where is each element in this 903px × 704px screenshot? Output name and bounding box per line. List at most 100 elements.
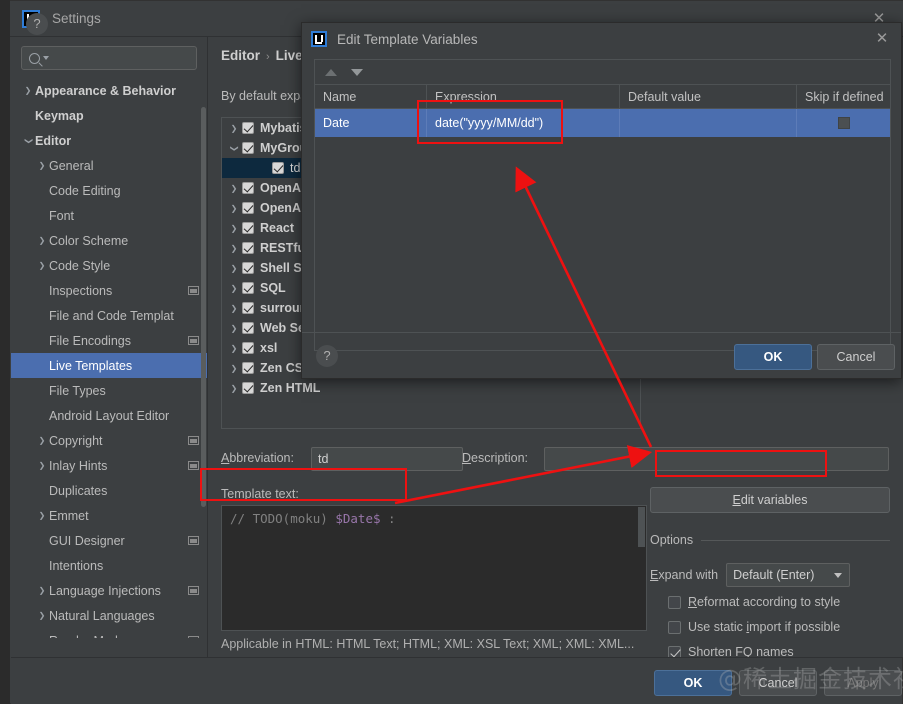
help-button[interactable]: ?: [26, 13, 48, 35]
chevron-right-icon[interactable]: [226, 224, 242, 233]
chevron-down-icon[interactable]: [226, 144, 242, 153]
chevron-right-icon[interactable]: [226, 324, 242, 333]
template-enabled-checkbox[interactable]: [242, 202, 254, 214]
sidebar-item-language-injections[interactable]: Language Injections: [11, 578, 207, 603]
sidebar-item-code-style[interactable]: Code Style: [11, 253, 207, 278]
sidebar-item-file-types[interactable]: File Types: [11, 378, 207, 403]
checkbox[interactable]: [668, 620, 681, 634]
sidebar-item-duplicates[interactable]: Duplicates: [11, 478, 207, 503]
template-enabled-checkbox[interactable]: [242, 362, 254, 374]
sidebar-item-file-encodings[interactable]: File Encodings: [11, 328, 207, 353]
sidebar-item-appearance-behavior[interactable]: Appearance & Behavior: [11, 78, 207, 103]
chevron-right-icon[interactable]: [226, 264, 242, 273]
option-reformat-according-to-style[interactable]: Reformat according to style: [668, 595, 840, 609]
sidebar-item-color-scheme[interactable]: Color Scheme: [11, 228, 207, 253]
chevron-right-icon[interactable]: [226, 384, 242, 393]
chevron-right-icon[interactable]: [35, 586, 49, 595]
close-icon[interactable]: ✕: [873, 30, 891, 48]
sidebar-item-emmet[interactable]: Emmet: [11, 503, 207, 528]
template-enabled-checkbox[interactable]: [242, 382, 254, 394]
template-enabled-checkbox[interactable]: [242, 142, 254, 154]
template-enabled-checkbox[interactable]: [242, 322, 254, 334]
template-enabled-checkbox[interactable]: [242, 262, 254, 274]
settings-category-tree[interactable]: Appearance & Behavior Keymap Editor General…: [11, 78, 207, 638]
search-input[interactable]: [49, 50, 212, 66]
chevron-right-icon[interactable]: [226, 364, 242, 373]
sidebar-item-gui-designer[interactable]: GUI Designer: [11, 528, 207, 553]
column-header-default-value[interactable]: Default value: [620, 85, 797, 108]
list-item[interactable]: Zen HTML: [222, 378, 640, 398]
sidebar-item-natural-languages[interactable]: Natural Languages: [11, 603, 207, 628]
edit-variables-button[interactable]: Edit variables: [650, 487, 890, 513]
column-header-expression[interactable]: Expression: [427, 85, 620, 108]
chevron-right-icon[interactable]: [226, 204, 242, 213]
chevron-right-icon[interactable]: [226, 284, 242, 293]
option-use-static-import[interactable]: Use static import if possible: [668, 620, 840, 634]
chevron-right-icon[interactable]: [35, 161, 49, 170]
chevron-right-icon[interactable]: [35, 461, 49, 470]
sidebar-item-file-and-code-templat[interactable]: File and Code Templat: [11, 303, 207, 328]
chevron-right-icon[interactable]: [35, 611, 49, 620]
description-input[interactable]: [544, 447, 889, 471]
option-shorten-fq-names[interactable]: Shorten FQ names: [668, 645, 794, 657]
triangle-up-icon[interactable]: [325, 68, 337, 76]
template-enabled-checkbox[interactable]: [242, 302, 254, 314]
abbreviation-input[interactable]: [311, 447, 463, 471]
sidebar-item-keymap[interactable]: Keymap: [11, 103, 207, 128]
breadcrumb-root[interactable]: Editor: [221, 48, 260, 63]
chevron-right-icon[interactable]: [35, 261, 49, 270]
dialog-help-button[interactable]: ?: [316, 345, 338, 367]
chevron-right-icon[interactable]: [226, 244, 242, 253]
chevron-right-icon[interactable]: [21, 86, 35, 95]
sidebar-item-intentions[interactable]: Intentions: [11, 553, 207, 578]
sidebar-item-reader-mode[interactable]: Reader Mode: [11, 628, 207, 638]
chevron-right-icon[interactable]: [35, 236, 49, 245]
sidebar-item-copyright[interactable]: Copyright: [11, 428, 207, 453]
chevron-right-icon[interactable]: [35, 436, 49, 445]
search-field[interactable]: [21, 46, 212, 70]
chevron-right-icon[interactable]: [226, 344, 242, 353]
settings-ok-button[interactable]: OK: [654, 670, 732, 696]
sidebar-item-editor[interactable]: Editor: [11, 128, 207, 153]
column-header-skip-if-defined[interactable]: Skip if defined: [797, 85, 890, 108]
sidebar-item-code-editing[interactable]: Code Editing: [11, 178, 207, 203]
sidebar-item-font[interactable]: Font: [11, 203, 207, 228]
template-enabled-checkbox[interactable]: [242, 182, 254, 194]
cell-name[interactable]: Date: [315, 109, 427, 137]
template-enabled-checkbox[interactable]: [242, 222, 254, 234]
expand-with-select[interactable]: Default (Enter): [726, 563, 851, 587]
cell-expression[interactable]: date("yyyy/MM/dd"): [427, 109, 620, 137]
template-text-editor[interactable]: // TODO(moku) $Date$ :: [221, 505, 647, 631]
chevron-right-icon[interactable]: [226, 184, 242, 193]
template-enabled-checkbox[interactable]: [242, 342, 254, 354]
chevron-right-icon[interactable]: [226, 304, 242, 313]
description-label: Description:: [462, 451, 529, 465]
sidebar-item-android-layout-editor[interactable]: Android Layout Editor: [11, 403, 207, 428]
triangle-down-icon[interactable]: [351, 68, 363, 76]
skip-if-defined-checkbox[interactable]: [837, 117, 850, 129]
cell-default-value[interactable]: [620, 109, 797, 137]
table-row[interactable]: Date date("yyyy/MM/dd"): [315, 109, 890, 137]
column-header-name[interactable]: Name: [315, 85, 427, 108]
chevron-right-icon[interactable]: [226, 124, 242, 133]
cell-skip-if-defined[interactable]: [797, 109, 890, 137]
sidebar-item-general[interactable]: General: [11, 153, 207, 178]
checkbox[interactable]: [668, 595, 681, 609]
sidebar-item-inspections[interactable]: Inspections: [11, 278, 207, 303]
chevron-down-icon[interactable]: [21, 136, 35, 145]
settings-cancel-button[interactable]: Cancel: [739, 670, 817, 696]
template-enabled-checkbox[interactable]: [242, 122, 254, 134]
chevron-right-icon[interactable]: [35, 511, 49, 520]
settings-apply-button[interactable]: Apply: [824, 670, 902, 696]
dialog-ok-button[interactable]: OK: [734, 344, 812, 370]
sidebar-scrollbar[interactable]: [201, 107, 206, 507]
template-enabled-checkbox[interactable]: [242, 242, 254, 254]
sidebar-item-inlay-hints[interactable]: Inlay Hints: [11, 453, 207, 478]
checkbox[interactable]: [668, 645, 681, 657]
editor-scrollbar[interactable]: [638, 507, 645, 547]
dialog-cancel-button[interactable]: Cancel: [817, 344, 895, 370]
template-enabled-checkbox[interactable]: [242, 282, 254, 294]
sidebar-item-live-templates[interactable]: Live Templates: [11, 353, 207, 378]
variables-table-toolbar: [315, 60, 890, 84]
template-enabled-checkbox[interactable]: [272, 162, 284, 174]
